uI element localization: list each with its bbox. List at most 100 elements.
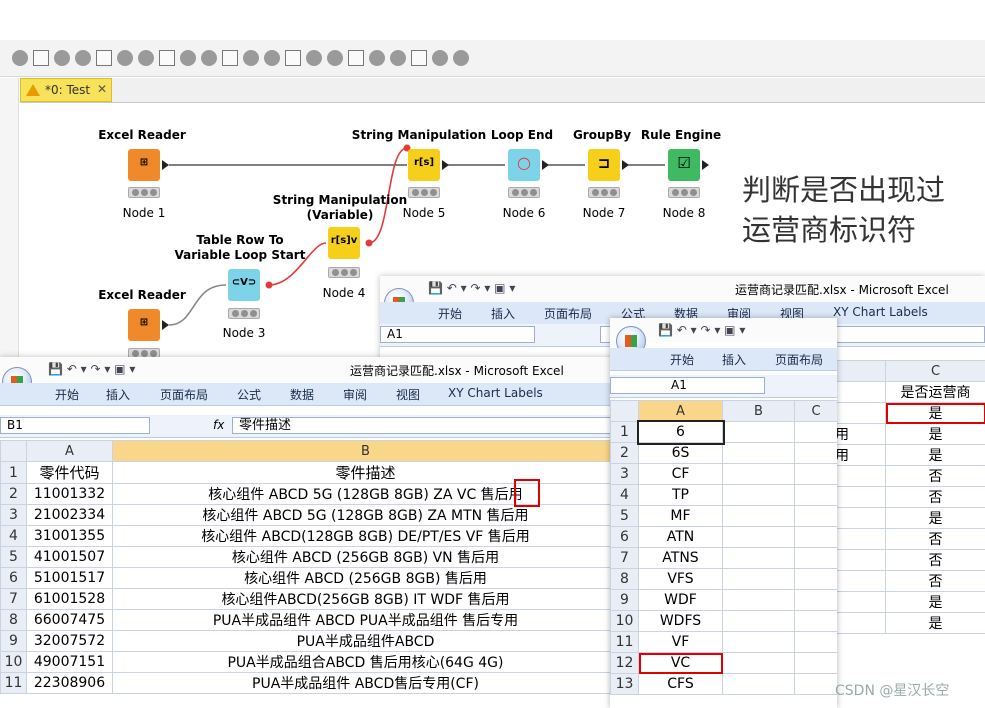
- fx-icon[interactable]: fx: [213, 418, 224, 432]
- select-all-corner[interactable]: [610, 400, 639, 422]
- ribbon-tab-page-layout[interactable]: 页面布局: [160, 386, 208, 403]
- comment-icon[interactable]: [222, 50, 238, 66]
- column-header-c[interactable]: C: [885, 360, 985, 382]
- row-header[interactable]: 6: [610, 526, 639, 548]
- row-header[interactable]: 11: [0, 672, 27, 694]
- ribbon-tab-review[interactable]: 审阅: [343, 386, 367, 403]
- pause-icon[interactable]: [369, 50, 385, 66]
- row-header[interactable]: 5: [610, 505, 639, 527]
- quick-access-toolbar[interactable]: 💾 ↶ ▾ ↷ ▾ ▣ ▾: [48, 362, 135, 376]
- table-icon[interactable]: [201, 50, 217, 66]
- cell-part-code[interactable]: 49007151: [26, 651, 113, 673]
- row-header[interactable]: 10: [610, 610, 639, 632]
- quick-access-toolbar[interactable]: 💾 ↶ ▾ ↷ ▾ ▣ ▾: [428, 281, 515, 295]
- output-port[interactable]: [702, 160, 709, 170]
- row-header[interactable]: 2: [0, 483, 27, 505]
- node-3-table-row-to-variable-loop-start[interactable]: ⊂V⊃: [228, 269, 260, 301]
- cell-part-code[interactable]: 22308906: [26, 672, 113, 694]
- row-header[interactable]: 11: [610, 631, 639, 653]
- cell-part-description[interactable]: 核心组件 ABCD (256GB 8GB) VN 售后用: [112, 546, 618, 568]
- column-header-a[interactable]: A: [638, 400, 723, 422]
- node-2-excel-reader[interactable]: ⊞: [128, 309, 160, 341]
- layout-icon[interactable]: [33, 50, 49, 66]
- node-1-excel-reader[interactable]: ⊞: [128, 149, 160, 181]
- row-header[interactable]: 8: [610, 568, 639, 590]
- column-header-a[interactable]: A: [26, 440, 113, 462]
- cell-operator-code[interactable]: CF: [638, 463, 723, 485]
- cell-operator-code[interactable]: WDF: [638, 589, 723, 611]
- output-port[interactable]: [542, 160, 549, 170]
- row-header[interactable]: 13: [610, 673, 639, 695]
- execute-icon[interactable]: [75, 50, 91, 66]
- cell-part-description[interactable]: 零件描述: [112, 461, 618, 484]
- reset-icon[interactable]: [180, 50, 196, 66]
- formula-input[interactable]: 零件描述: [232, 417, 618, 434]
- column-header-b[interactable]: B: [722, 400, 795, 422]
- node-8-rule-engine[interactable]: ☑: [668, 149, 700, 181]
- node-name-icon[interactable]: [327, 50, 343, 66]
- name-box[interactable]: A1: [380, 326, 535, 343]
- output-port[interactable]: [442, 160, 449, 170]
- column-header-b[interactable]: B: [112, 440, 618, 462]
- row-header[interactable]: 8: [0, 609, 27, 631]
- resume-icon[interactable]: [390, 50, 406, 66]
- cell-operator-code[interactable]: ATN: [638, 526, 723, 548]
- cancel-icon[interactable]: [138, 50, 154, 66]
- cell-operator-code[interactable]: MF: [638, 505, 723, 527]
- cell-part-code[interactable]: 61001528: [26, 588, 113, 610]
- cell-part-description[interactable]: PUA半成品组件ABCD: [112, 630, 618, 652]
- ribbon-tab-home[interactable]: 开始: [55, 386, 79, 403]
- cell-operator-code[interactable]: VF: [638, 631, 723, 653]
- cell-part-description[interactable]: 核心组件ABCD(256GB 8GB) IT WDF 售后用: [112, 588, 618, 610]
- execute-open-icon[interactable]: [117, 50, 133, 66]
- column-header-c[interactable]: C: [794, 400, 837, 422]
- cell-part-code[interactable]: 32007572: [26, 630, 113, 652]
- row-header[interactable]: 1: [0, 461, 27, 484]
- row-header[interactable]: 4: [0, 525, 27, 547]
- cell-operator-code[interactable]: 6: [636, 419, 725, 445]
- ribbon-tab-home[interactable]: 开始: [670, 351, 694, 368]
- configure-icon[interactable]: [54, 50, 70, 66]
- cell-part-description[interactable]: 核心组件 ABCD (256GB 8GB) 售后用: [112, 567, 618, 589]
- cell-part-code[interactable]: 66007475: [26, 609, 113, 631]
- tab-test-workflow[interactable]: *0: Test ✕: [20, 78, 112, 102]
- ribbon-tab-formulas[interactable]: 公式: [237, 386, 261, 403]
- row-header[interactable]: 5: [0, 546, 27, 568]
- output-port[interactable]: [162, 320, 169, 330]
- cell-part-description[interactable]: PUA半成品组件 ABCD PUA半成品组件 售后专用: [112, 609, 618, 631]
- node-5-string-manipulation[interactable]: r[s]: [408, 149, 440, 181]
- cancel-all-icon[interactable]: [159, 50, 175, 66]
- cell-operator-code[interactable]: TP: [638, 484, 723, 506]
- cell-part-description[interactable]: 核心组件 ABCD 5G (128GB 8GB) ZA MTN 售后用: [112, 504, 618, 526]
- row-header[interactable]: 12: [610, 652, 639, 674]
- cell-part-code[interactable]: 21002334: [26, 504, 113, 526]
- cell-part-description[interactable]: 核心组件 ABCD(128GB 8GB) DE/PT/ES VF 售后用: [112, 525, 618, 547]
- row-header[interactable]: 9: [0, 630, 27, 652]
- node-4-string-manipulation-variable[interactable]: r[s]v: [328, 227, 360, 259]
- row-header[interactable]: 3: [0, 504, 27, 526]
- row-header[interactable]: 10: [0, 651, 27, 673]
- ribbon-tab-page-layout[interactable]: 页面布局: [775, 351, 823, 368]
- cell-part-code[interactable]: 零件代码: [26, 461, 113, 484]
- cell-operator-code[interactable]: CFS: [638, 673, 723, 695]
- ribbon-tab-insert[interactable]: 插入: [722, 351, 746, 368]
- output-port[interactable]: [622, 160, 629, 170]
- cell-operator-code[interactable]: VC: [638, 652, 723, 674]
- row-header[interactable]: 9: [610, 589, 639, 611]
- ribbon-tab-data[interactable]: 数据: [290, 386, 314, 403]
- ribbon-tab-xy-chart-labels[interactable]: XY Chart Labels: [833, 305, 928, 319]
- ribbon-tab-home[interactable]: 开始: [438, 305, 462, 322]
- quick-access-toolbar[interactable]: 💾 ↶ ▾ ↷ ▾ ▣ ▾: [658, 323, 745, 337]
- node-6-loop-end[interactable]: ○: [508, 149, 540, 181]
- cell-part-code[interactable]: 11001332: [26, 483, 113, 505]
- name-box[interactable]: B1: [0, 417, 150, 434]
- row-header[interactable]: 1: [610, 421, 639, 443]
- cell-operator-code[interactable]: ATNS: [638, 547, 723, 569]
- ribbon-tab-view[interactable]: 视图: [396, 386, 420, 403]
- cell-c2-highlighted[interactable]: 是: [885, 402, 985, 424]
- cell-operator-code[interactable]: WDFS: [638, 610, 723, 632]
- ribbon-tab-insert[interactable]: 插入: [106, 386, 130, 403]
- cell-c1[interactable]: 是否运营商: [885, 381, 985, 403]
- node-id-icon[interactable]: [306, 50, 322, 66]
- cell-part-description[interactable]: PUA半成品组件 ABCD售后专用(CF): [112, 672, 618, 694]
